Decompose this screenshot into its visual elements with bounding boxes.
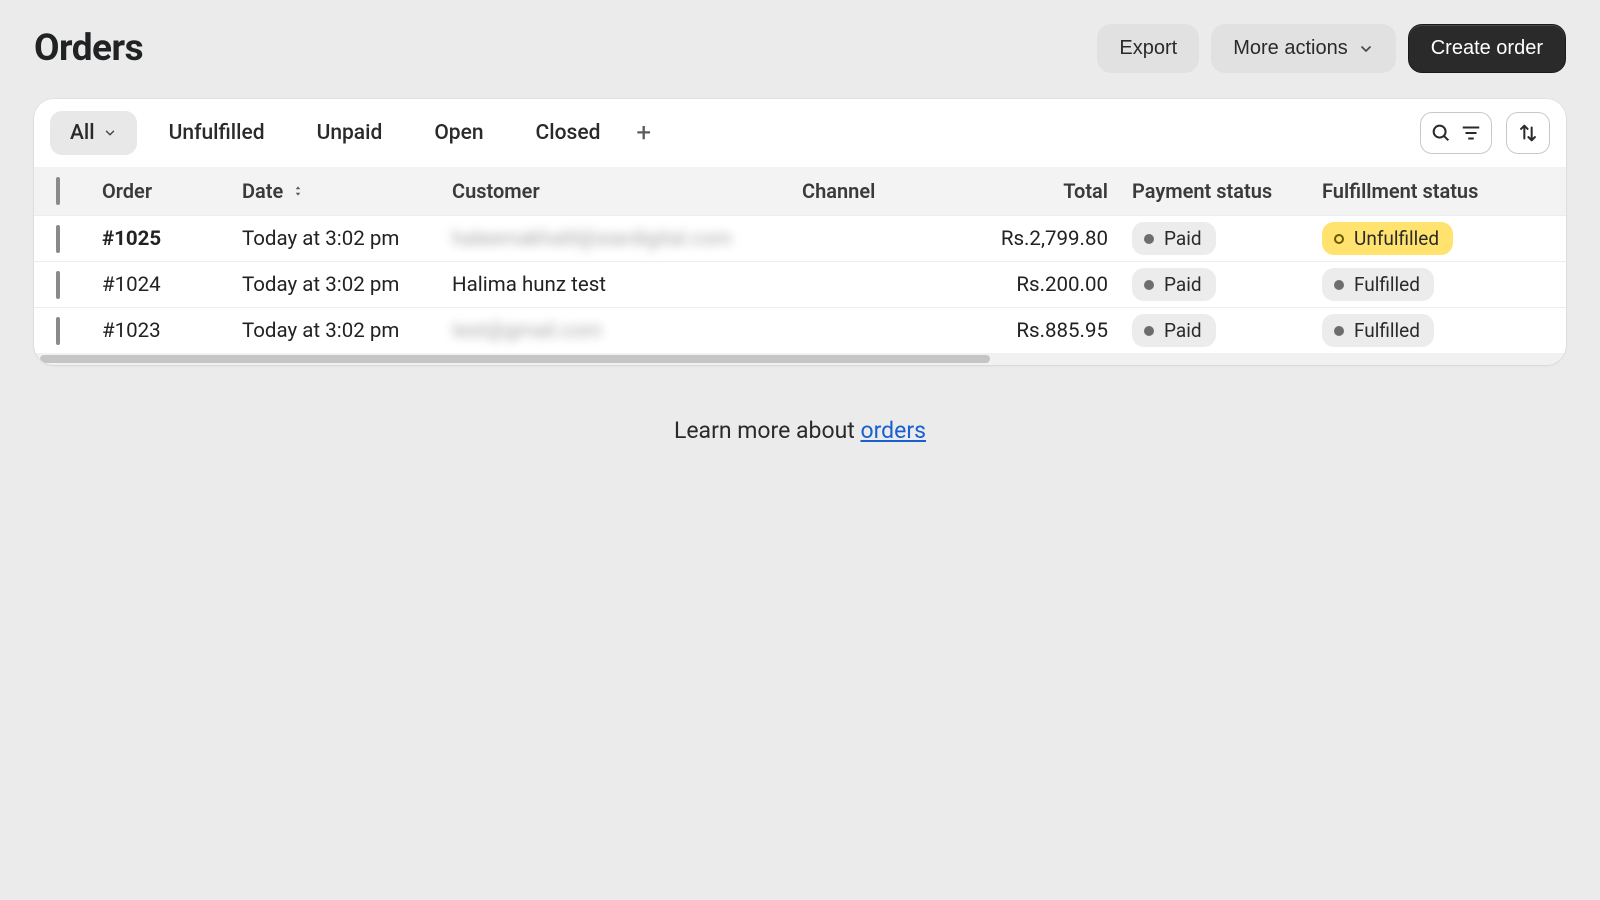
tab-unfulfilled[interactable]: Unfulfilled	[149, 111, 285, 155]
tab-open[interactable]: Open	[414, 111, 503, 155]
col-header-payment[interactable]: Payment status	[1132, 179, 1322, 203]
filter-lines-icon	[1460, 122, 1482, 144]
select-all-checkbox[interactable]	[56, 177, 60, 205]
payment-status-label: Paid	[1164, 227, 1202, 250]
tab-label: Unpaid	[317, 121, 383, 145]
tab-closed[interactable]: Closed	[516, 111, 621, 155]
fulfillment-status-label: Fulfilled	[1354, 319, 1420, 342]
chevron-down-icon	[1358, 41, 1374, 57]
fulfillment-status-badge: Fulfilled	[1322, 314, 1434, 347]
col-header-total[interactable]: Total	[972, 179, 1132, 203]
payment-status-label: Paid	[1164, 273, 1202, 296]
status-dot-icon	[1144, 234, 1154, 244]
tab-label: All	[70, 121, 95, 145]
orders-card: All Unfulfilled Unpaid Open Closed + Order D…	[34, 99, 1566, 365]
order-customer: Halima hunz test	[452, 273, 802, 297]
table-row[interactable]: #1025Today at 3:02 pmhaleemakhalil@siard…	[34, 215, 1566, 261]
fulfillment-status-badge: Unfulfilled	[1322, 222, 1453, 255]
order-date: Today at 3:02 pm	[242, 273, 452, 297]
col-header-fulfillment[interactable]: Fulfillment status	[1322, 179, 1522, 203]
status-dot-icon	[1144, 326, 1154, 336]
row-checkbox[interactable]	[56, 317, 60, 345]
status-dot-icon	[1334, 280, 1344, 290]
tab-label: Open	[434, 121, 483, 145]
order-customer: test@gmail.com	[452, 319, 802, 343]
learn-more-prefix: Learn more about	[674, 417, 861, 444]
col-header-customer[interactable]: Customer	[452, 179, 802, 203]
col-header-channel[interactable]: Channel	[802, 179, 972, 203]
table-header-row: Order Date Customer Channel Total Paymen…	[34, 167, 1566, 215]
order-total: Rs.2,799.80	[972, 227, 1132, 251]
table-row[interactable]: #1023Today at 3:02 pmtest@gmail.com Rs.88…	[34, 307, 1566, 353]
search-filter-button[interactable]	[1420, 112, 1492, 154]
learn-more-text: Learn more about orders	[0, 417, 1600, 444]
page-header: Orders Export More actions Create order	[0, 0, 1600, 89]
fulfillment-status-badge: Fulfilled	[1322, 268, 1434, 301]
add-tab-button[interactable]: +	[620, 114, 667, 152]
status-dot-icon	[1144, 280, 1154, 290]
tabs-bar: All Unfulfilled Unpaid Open Closed +	[34, 99, 1566, 167]
orders-help-link[interactable]: orders	[860, 417, 926, 444]
col-header-date[interactable]: Date	[242, 179, 452, 203]
order-id[interactable]: #1025	[102, 227, 242, 251]
more-actions-label: More actions	[1233, 37, 1348, 60]
row-checkbox[interactable]	[56, 225, 60, 253]
search-icon	[1430, 122, 1452, 144]
order-date: Today at 3:02 pm	[242, 319, 452, 343]
orders-table: Order Date Customer Channel Total Paymen…	[34, 167, 1566, 353]
tab-label: Unfulfilled	[169, 121, 265, 145]
col-header-date-label: Date	[242, 179, 283, 203]
sort-button[interactable]	[1506, 112, 1550, 154]
status-ring-icon	[1334, 234, 1344, 244]
tab-unpaid[interactable]: Unpaid	[297, 111, 403, 155]
order-date: Today at 3:02 pm	[242, 227, 452, 251]
export-button[interactable]: Export	[1097, 24, 1199, 73]
sort-arrows-icon	[1517, 122, 1539, 144]
more-actions-button[interactable]: More actions	[1211, 24, 1396, 73]
col-header-order[interactable]: Order	[102, 179, 242, 203]
fulfillment-status-label: Fulfilled	[1354, 273, 1420, 296]
header-actions: Export More actions Create order	[1097, 24, 1566, 73]
order-total: Rs.200.00	[972, 273, 1132, 297]
chevron-down-icon	[103, 126, 117, 140]
order-id[interactable]: #1024	[102, 273, 242, 297]
scrollbar-thumb[interactable]	[40, 355, 990, 363]
order-customer: haleemakhalil@siardigital.com	[452, 227, 802, 251]
horizontal-scrollbar[interactable]	[34, 353, 1566, 365]
tab-all[interactable]: All	[50, 111, 137, 155]
tab-label: Closed	[536, 121, 601, 145]
table-row[interactable]: #1024Today at 3:02 pmHalima hunz test Rs.…	[34, 261, 1566, 307]
sort-indicator-icon	[291, 184, 305, 198]
row-checkbox[interactable]	[56, 271, 60, 299]
table-tools	[1420, 112, 1550, 154]
payment-status-label: Paid	[1164, 319, 1202, 342]
payment-status-badge: Paid	[1132, 268, 1216, 301]
page-title: Orders	[34, 27, 143, 70]
order-id[interactable]: #1023	[102, 319, 242, 343]
payment-status-badge: Paid	[1132, 222, 1216, 255]
payment-status-badge: Paid	[1132, 314, 1216, 347]
create-order-button[interactable]: Create order	[1408, 24, 1566, 73]
order-total: Rs.885.95	[972, 319, 1132, 343]
status-dot-icon	[1334, 326, 1344, 336]
fulfillment-status-label: Unfulfilled	[1354, 227, 1439, 250]
